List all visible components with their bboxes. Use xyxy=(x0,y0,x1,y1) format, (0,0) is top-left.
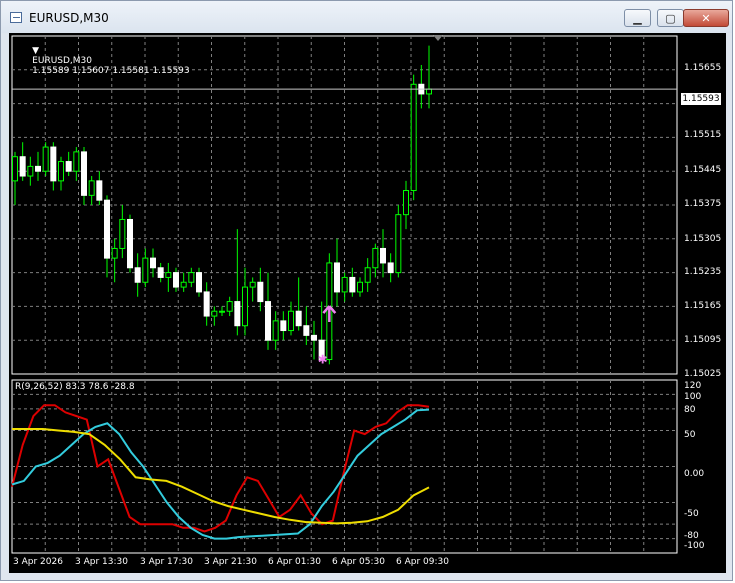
level-label: -50 xyxy=(684,509,699,519)
title-bar[interactable]: EURUSD,M30 ▁ ▢ ✕ xyxy=(1,1,732,33)
candle-body xyxy=(380,247,386,264)
header-dropdown-icon[interactable]: ▼ xyxy=(32,46,39,56)
chart-header: ▼ EURUSD,M30 1.15589 1.15607 1.15581 1.1… xyxy=(15,36,190,86)
candle-body xyxy=(19,156,26,177)
candle-body xyxy=(42,146,49,172)
candle-body xyxy=(127,218,133,269)
candle-body xyxy=(119,218,126,249)
close-button[interactable]: ✕ xyxy=(683,9,729,27)
candle-body xyxy=(364,267,371,283)
candle-body xyxy=(311,334,317,341)
candle-body xyxy=(165,272,172,278)
candle-body xyxy=(73,151,80,172)
price-label: 1.15165 xyxy=(684,301,722,311)
candle-body xyxy=(242,286,248,327)
candle-body xyxy=(150,257,156,269)
window-title: EURUSD,M30 xyxy=(29,11,109,25)
level-label: 120 xyxy=(684,381,702,391)
price-label: 1.15515 xyxy=(684,130,722,140)
candle-body xyxy=(65,161,72,172)
candle-body xyxy=(280,320,287,332)
level-label: 80 xyxy=(684,405,696,415)
candle-body xyxy=(142,257,149,283)
candle-body xyxy=(173,272,179,288)
chart-shift-icon xyxy=(433,35,443,41)
candle-body xyxy=(196,272,202,293)
time-label: 3 Apr 17:30 xyxy=(140,557,193,567)
chart-area[interactable]: ✱ ▼ EURUSD,M30 1.15589 1.15607 1.15581 1… xyxy=(9,33,726,573)
time-label: 3 Apr 13:30 xyxy=(75,557,128,567)
candle-body xyxy=(395,214,402,274)
indicator-series-line xyxy=(11,408,430,540)
candle-body xyxy=(35,165,41,172)
candle-body xyxy=(188,272,195,283)
candle-body xyxy=(426,88,432,95)
price-label: 1.15235 xyxy=(684,267,722,277)
candle-body xyxy=(288,310,294,332)
time-label: 6 Apr 05:30 xyxy=(332,557,385,567)
star-icon: ✱ xyxy=(318,353,328,367)
candle-body xyxy=(410,83,417,192)
candle-body xyxy=(203,291,210,317)
time-label: 6 Apr 01:30 xyxy=(268,557,321,567)
time-label: 3 Apr 2026 xyxy=(13,557,63,567)
candle-body xyxy=(349,276,356,293)
candle-body xyxy=(257,281,264,303)
header-symbol: EURUSD,M30 xyxy=(32,56,93,66)
candle-body xyxy=(58,161,64,182)
indicator-header: R(9,26,52) 83.3 78.6 -28.8 xyxy=(15,382,135,392)
candle-body xyxy=(12,156,18,182)
candle-body xyxy=(226,301,233,312)
candle-body xyxy=(50,146,57,182)
candle-body xyxy=(211,310,218,317)
price-label: 1.15095 xyxy=(684,335,722,345)
candle-body xyxy=(403,190,409,216)
minimize-button[interactable]: ▁ xyxy=(624,9,651,27)
level-label: -100 xyxy=(684,541,705,551)
level-label: 100 xyxy=(684,392,702,402)
level-label: -80 xyxy=(684,531,699,541)
time-label: 3 Apr 21:30 xyxy=(204,557,257,567)
candle-body xyxy=(272,320,279,341)
candle-body xyxy=(88,180,95,196)
candle-body xyxy=(234,301,241,327)
candle-body xyxy=(157,267,164,278)
candle-body xyxy=(134,267,141,283)
candle-body xyxy=(295,310,302,327)
candle-body xyxy=(249,281,256,288)
price-label: 1.15305 xyxy=(684,234,722,244)
level-label: 50 xyxy=(684,430,696,440)
candle-body xyxy=(341,276,348,293)
candle-body xyxy=(303,325,310,336)
indicator-series-line xyxy=(11,404,430,533)
candle-body xyxy=(357,281,363,293)
up-arrow-icon xyxy=(322,305,337,323)
candle-body xyxy=(334,262,340,293)
candle-body xyxy=(265,301,271,341)
candle-body xyxy=(372,247,379,269)
candle-body xyxy=(27,165,34,177)
time-label: 6 Apr 09:30 xyxy=(396,557,449,567)
price-label: 1.15375 xyxy=(684,199,722,209)
candle-body xyxy=(104,199,110,259)
candle-body xyxy=(111,247,118,259)
candle-body xyxy=(180,281,187,288)
price-label: 1.15025 xyxy=(684,369,722,379)
chart-window-icon xyxy=(10,12,22,23)
price-chart[interactable]: ✱ xyxy=(9,33,726,573)
candle-body xyxy=(96,180,103,201)
price-label: 1.15445 xyxy=(684,165,722,175)
maximize-button[interactable]: ▢ xyxy=(657,9,684,27)
chart-window: EURUSD,M30 ▁ ▢ ✕ ✱ ▼ EURUSD,M30 1.15589 … xyxy=(0,0,733,581)
header-ohlc: 1.15589 1.15607 1.15581 1.15593 xyxy=(32,66,190,76)
current-price-label: 1.15593 xyxy=(681,93,721,105)
price-label: 1.15655 xyxy=(684,63,722,73)
candle-body xyxy=(219,310,225,313)
candle-body xyxy=(387,262,394,274)
level-label: 0.00 xyxy=(684,469,705,479)
candle-body xyxy=(81,151,87,196)
